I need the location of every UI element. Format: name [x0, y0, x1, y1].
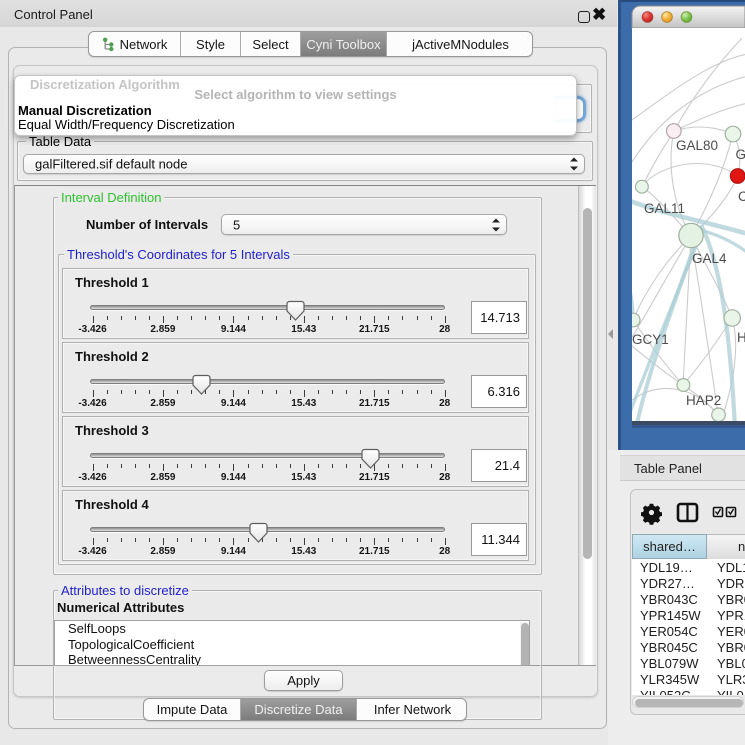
svg-text:C: C — [738, 189, 745, 204]
svg-text:GAL11: GAL11 — [644, 201, 685, 216]
svg-text:GCY1: GCY1 — [632, 332, 669, 347]
svg-text:GAL80: GAL80 — [676, 138, 718, 153]
svg-text:H: H — [737, 330, 745, 345]
svg-text:HAP2: HAP2 — [686, 393, 721, 408]
svg-text:GAL4: GAL4 — [692, 251, 727, 266]
svg-text:GA: GA — [736, 147, 745, 162]
